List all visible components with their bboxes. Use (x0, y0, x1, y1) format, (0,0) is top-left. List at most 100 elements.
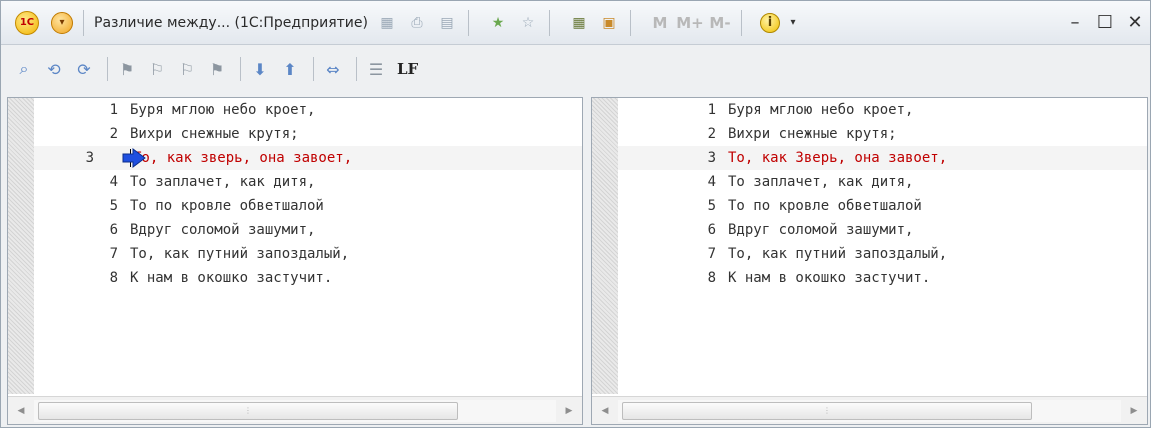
sync-icon[interactable]: ⇔ (320, 56, 346, 82)
line-text: То, как путний запоздалый, (728, 246, 948, 262)
scroll-right-icon[interactable]: ▶ (556, 398, 582, 424)
compare-window: 1С ▾ Различие между... (1С:Предприятие) … (0, 0, 1151, 428)
line-text: Вдруг соломой зашумит, (130, 222, 316, 238)
m-minus-icon[interactable]: M- (709, 12, 731, 34)
text-line: 4 То заплачет, как дитя, (34, 170, 582, 194)
info-icon[interactable]: i (759, 12, 780, 33)
title-bar: 1С ▾ Различие между... (1С:Предприятие) … (1, 1, 1150, 45)
scroll-thumb[interactable]: ⋮ (622, 401, 1032, 420)
text-line: 1 Буря мглою небо кроет, (34, 98, 582, 122)
title-separator (83, 9, 84, 36)
text-line: 5 То по кровле обветшалой (34, 194, 582, 218)
line-number: 5 (707, 198, 716, 214)
line-number: 1 (109, 102, 118, 118)
find-prev-icon[interactable]: ⟲ (41, 56, 67, 82)
minimize-icon[interactable]: – (1060, 12, 1090, 33)
favorites-icon[interactable]: ★ (487, 12, 509, 34)
window-title: Различие между... (1С:Предприятие) (94, 14, 368, 31)
scroll-track[interactable]: ⋮ (34, 399, 556, 422)
text-line: 4 То заплачет, как дитя, (618, 170, 1147, 194)
scroll-left-icon[interactable]: ◀ (8, 398, 34, 424)
bookmark-icon[interactable]: ☆ (517, 12, 539, 34)
line-text: К нам в окошко застучит. (728, 270, 931, 286)
line-text: То по кровле обветшалой (728, 198, 922, 214)
toolbar-separator (240, 57, 241, 81)
window-controls: – ☐ ✕ (1060, 12, 1150, 33)
save-icon[interactable]: ▦ (376, 12, 398, 34)
right-gutter (592, 98, 618, 394)
find-icon[interactable]: ⌕ (11, 56, 37, 82)
left-text-pane[interactable]: 1 Буря мглою небо кроет, 2 Вихри снежные к… (7, 97, 583, 425)
line-feed-toggle[interactable]: LF (397, 60, 418, 78)
flag-icon[interactable]: ⚑ (114, 56, 140, 82)
text-line: 6 Вдруг соломой зашумит, (618, 218, 1147, 242)
line-number: 7 (109, 246, 118, 262)
close-icon[interactable]: ✕ (1120, 12, 1150, 33)
flag-clear-icon[interactable]: ⚑ (204, 56, 230, 82)
line-text: К нам в окошко застучит. (130, 270, 333, 286)
arrow-down-icon[interactable]: ⬇ (247, 56, 273, 82)
line-number: 8 (109, 270, 118, 286)
line-text: Вихри снежные крутя; (130, 126, 299, 142)
line-text: То по кровле обветшалой (130, 198, 324, 214)
text-line: 2 Вихри снежные крутя; (34, 122, 582, 146)
line-text: Буря мглою небо кроет, (728, 102, 914, 118)
scroll-thumb[interactable]: ⋮ (38, 401, 458, 420)
right-horizontal-scrollbar[interactable]: ◀ ⋮ ▶ (592, 396, 1147, 424)
text-line: 1 Буря мглою небо кроет, (618, 98, 1147, 122)
flag-next-icon[interactable]: ⚐ (174, 56, 200, 82)
line-number: 6 (109, 222, 118, 238)
line-number: 8 (707, 270, 716, 286)
calendar-icon[interactable]: ▣ (598, 12, 620, 34)
left-gutter (8, 98, 34, 394)
scroll-track[interactable]: ⋮ (618, 399, 1121, 422)
scroll-right-icon[interactable]: ▶ (1121, 398, 1147, 424)
line-number: 3 (707, 150, 716, 166)
line-text: Буря мглою небо кроет, (130, 102, 316, 118)
main-menu-button[interactable]: ▾ (51, 11, 73, 34)
line-number: 1 (707, 102, 716, 118)
line-number: 6 (707, 222, 716, 238)
line-number: 3 (85, 150, 94, 166)
arrow-up-icon[interactable]: ⬆ (277, 56, 303, 82)
text-line: 7 То, как путний запоздалый, (618, 242, 1147, 266)
left-lines: 1 Буря мглою небо кроет, 2 Вихри снежные к… (34, 98, 582, 394)
line-text: То заплачет, как дитя, (130, 174, 316, 190)
list-icon[interactable]: ☰ (363, 56, 389, 82)
text-line: 7 То, как путний запоздалый, (34, 242, 582, 266)
calculator-icon[interactable]: ▦ (568, 12, 590, 34)
maximize-icon[interactable]: ☐ (1090, 12, 1120, 33)
line-text: Вдруг соломой зашумит, (728, 222, 914, 238)
text-line: 6 Вдруг соломой зашумит, (34, 218, 582, 242)
line-number: 4 (707, 174, 716, 190)
print-icon[interactable]: ⎙ (406, 12, 428, 34)
title-separator (548, 9, 550, 36)
scroll-left-icon[interactable]: ◀ (592, 398, 618, 424)
line-text: То заплачет, как дитя, (728, 174, 914, 190)
flag-set-icon[interactable]: ⚐ (144, 56, 170, 82)
m-icon[interactable]: M (649, 12, 671, 34)
toolbar: ⌕ ⟲ ⟳ ⚑ ⚐ ⚐ ⚑ ⬇ ⬆ ⇔ ☰ LF (1, 45, 1150, 93)
find-next-icon[interactable]: ⟳ (71, 56, 97, 82)
line-number: 2 (707, 126, 716, 142)
title-separator (467, 9, 469, 36)
diff-line: 3 То, как зверь, она завоет, (34, 146, 582, 170)
right-text-pane[interactable]: 1 Буря мглою небо кроет, 2 Вихри снежные к… (591, 97, 1148, 425)
line-number: 4 (109, 174, 118, 190)
m-plus-icon[interactable]: M+ (676, 12, 704, 34)
title-separator (740, 9, 742, 36)
line-text: То, как Зверь, она завоет, (728, 150, 948, 166)
text-line: 8 К нам в окошко застучит. (618, 266, 1147, 290)
toolbar-separator (107, 57, 108, 81)
text-line: 2 Вихри снежные крутя; (618, 122, 1147, 146)
line-text: То, как зверь, она завоет, (133, 150, 353, 166)
info-dropdown-icon[interactable]: ▾ (782, 12, 804, 34)
line-number: 5 (109, 198, 118, 214)
preview-icon[interactable]: ▤ (436, 12, 458, 34)
toolbar-separator (313, 57, 314, 81)
line-number: 2 (109, 126, 118, 142)
toolbar-separator (356, 57, 357, 81)
app-logo[interactable]: 1С (15, 10, 39, 35)
left-horizontal-scrollbar[interactable]: ◀ ⋮ ▶ (8, 396, 582, 424)
line-number: 7 (707, 246, 716, 262)
